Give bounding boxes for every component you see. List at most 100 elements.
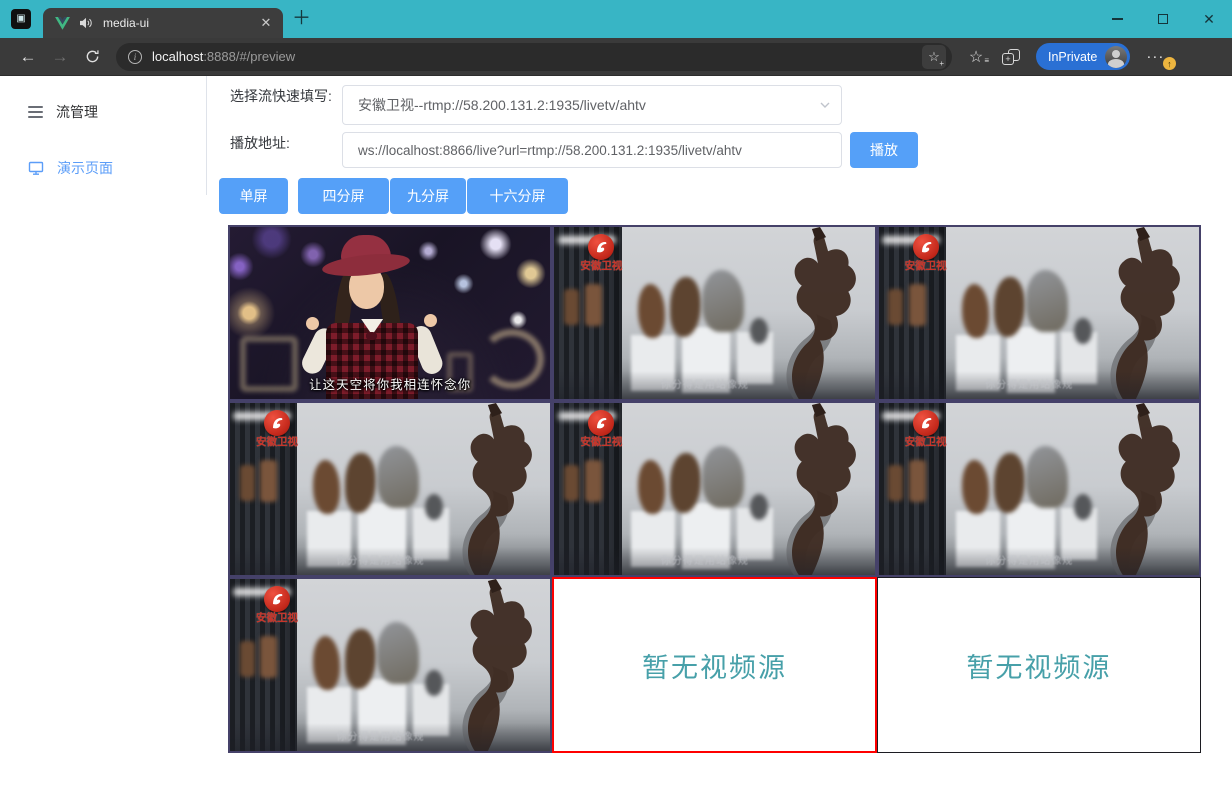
anhui-tv-logo: 安徽卫视 xyxy=(256,410,298,449)
window-titlebar: ▣ media-ui ✕ ＋ ✕ xyxy=(0,0,1232,38)
site-info-icon[interactable]: i xyxy=(128,50,142,64)
add-favorite-button[interactable]: ☆+ xyxy=(922,45,946,69)
back-button[interactable]: ← xyxy=(12,42,44,72)
blurred-sculpture xyxy=(638,284,665,338)
framed-art xyxy=(240,465,255,501)
workspace-app-icon[interactable]: ▣ xyxy=(11,9,31,29)
anhui-tv-logo-icon xyxy=(264,586,290,612)
framed-art xyxy=(260,460,277,502)
framed-art xyxy=(240,641,255,677)
stream-select-row: 选择流快速填写: 安徽卫视--rtmp://58.200.131.2:1935/… xyxy=(230,85,1232,125)
sidebar: 流管理 演示页面 xyxy=(0,76,207,808)
screen-layout-buttons: 单屏 四分屏 九分屏 十六分屏 xyxy=(219,178,1232,214)
blurred-sculpture xyxy=(702,270,744,332)
notification-badge: ↑ xyxy=(1163,57,1176,70)
url-host: localhost xyxy=(152,49,203,64)
refresh-button[interactable] xyxy=(76,42,108,72)
stream-select[interactable]: 安徽卫视--rtmp://58.200.131.2:1935/livetv/ah… xyxy=(342,85,842,125)
video-watermark: 你分得是用站像规 xyxy=(230,728,531,743)
video-cell-1[interactable]: 让这天空将你我相连怀念你 xyxy=(228,225,552,401)
framed-art xyxy=(585,460,602,502)
close-button[interactable]: ✕ xyxy=(1186,0,1232,38)
maximize-button[interactable] xyxy=(1140,0,1186,38)
video-cell-4[interactable]: 安徽卫视 你分得是用站像规 xyxy=(228,401,552,577)
player-grid: 让这天空将你我相连怀念你 xyxy=(228,225,1201,753)
anhui-tv-logo: 安徽卫视 xyxy=(905,410,947,449)
address-bar[interactable]: i localhost:8888/#/preview ☆+ xyxy=(116,43,952,71)
sculpture-video-frame: 安徽卫视 你分得是用站像规 xyxy=(879,227,1199,399)
sculpture-video-frame: 安徽卫视 你分得是用站像规 xyxy=(554,227,874,399)
favorites-button[interactable]: ☆≡ xyxy=(966,47,986,67)
tab-audio-icon[interactable] xyxy=(79,17,93,29)
collections-plus-icon: + xyxy=(1002,53,1014,65)
sidebar-item-label: 演示页面 xyxy=(57,158,113,178)
video-cell-9[interactable]: 暂无视频源 xyxy=(877,577,1201,753)
anhui-tv-logo: 安徽卫视 xyxy=(256,586,298,625)
blurred-sculpture xyxy=(638,460,665,514)
vue-favicon-icon xyxy=(55,17,70,30)
app-page: 流管理 演示页面 选择流快速填写: 安徽卫视--rtmp://58.200.13… xyxy=(0,76,1232,808)
url-text[interactable]: localhost:8888/#/preview xyxy=(152,49,922,64)
favorites-lines-icon: ≡ xyxy=(984,56,989,65)
tab-close-icon[interactable]: ✕ xyxy=(257,14,275,32)
new-tab-button[interactable]: ＋ xyxy=(292,9,311,29)
video-cell-3[interactable]: 安徽卫视 你分得是用站像规 xyxy=(877,225,1201,401)
favorites-star-icon: ☆ xyxy=(969,49,983,66)
dots-icon: ··· xyxy=(1146,48,1164,65)
video-cell-6[interactable]: 安徽卫视 你分得是用站像规 xyxy=(877,401,1201,577)
minimize-button[interactable] xyxy=(1094,0,1140,38)
singer-video-frame: 让这天空将你我相连怀念你 xyxy=(230,227,550,399)
star-plus-icon: + xyxy=(939,59,944,68)
single-screen-button[interactable]: 单屏 xyxy=(219,178,288,214)
video-watermark: 你分得是用站像规 xyxy=(554,376,855,391)
anhui-tv-logo-icon xyxy=(588,410,614,436)
anhui-tv-logo-icon xyxy=(913,234,939,260)
play-address-input[interactable] xyxy=(342,132,842,168)
list-icon xyxy=(28,106,43,118)
maximize-icon xyxy=(1158,14,1168,24)
anhui-tv-logo: 安徽卫视 xyxy=(580,234,622,273)
settings-menu-button[interactable]: ···↑ xyxy=(1146,48,1172,65)
sculpture-video-frame: 安徽卫视 你分得是用站像规 xyxy=(879,403,1199,575)
video-cell-5[interactable]: 安徽卫视 你分得是用站像规 xyxy=(552,401,876,577)
framed-art xyxy=(909,460,926,502)
play-address-row: 播放地址: 播放 xyxy=(230,132,1232,168)
browser-tab[interactable]: media-ui ✕ xyxy=(43,8,283,38)
sidebar-item-label: 流管理 xyxy=(56,102,98,122)
four-split-button[interactable]: 四分屏 xyxy=(298,178,389,214)
sculpture-video-frame: 安徽卫视 你分得是用站像规 xyxy=(554,403,874,575)
video-cell-8[interactable]: 暂无视频源 xyxy=(552,577,876,753)
split-screen-button-group: 四分屏 九分屏 十六分屏 xyxy=(298,178,568,214)
channel-name: 安徽卫视 xyxy=(256,434,298,449)
sidebar-item-demo-page[interactable]: 演示页面 xyxy=(0,140,207,196)
video-cell-2[interactable]: 安徽卫视 你分得是用站像规 xyxy=(552,225,876,401)
play-address-label: 播放地址: xyxy=(230,132,342,168)
profile-button[interactable]: InPrivate xyxy=(1036,43,1130,70)
anhui-tv-logo: 安徽卫视 xyxy=(905,234,947,273)
sixteen-split-button[interactable]: 十六分屏 xyxy=(467,178,568,214)
inprivate-label: InPrivate xyxy=(1048,50,1097,64)
anhui-tv-logo-icon xyxy=(264,410,290,436)
blurred-sculpture xyxy=(702,446,744,508)
tab-title: media-ui xyxy=(103,16,257,30)
stream-select-value: 安徽卫视--rtmp://58.200.131.2:1935/livetv/ah… xyxy=(358,95,646,115)
video-cell-7[interactable]: 安徽卫视 你分得是用站像规 xyxy=(228,577,552,753)
sidebar-item-stream-management[interactable]: 流管理 xyxy=(0,84,207,140)
channel-name: 安徽卫视 xyxy=(905,258,947,273)
toolbar-right-icons: ☆≡ + InPrivate ···↑ xyxy=(966,43,1172,70)
url-path: :8888/#/preview xyxy=(203,49,295,64)
sculpture-video-frame: 安徽卫视 你分得是用站像规 xyxy=(230,403,550,575)
collections-button[interactable]: + xyxy=(1002,49,1020,65)
refresh-icon xyxy=(85,49,100,64)
nine-split-button[interactable]: 九分屏 xyxy=(390,178,466,214)
play-button[interactable]: 播放 xyxy=(850,132,918,168)
framed-art xyxy=(585,284,602,326)
no-video-source-text: 暂无视频源 xyxy=(966,646,1111,685)
channel-name: 安徽卫视 xyxy=(256,610,298,625)
star-icon: ☆ xyxy=(928,49,940,65)
no-video-source-text: 暂无视频源 xyxy=(642,646,787,685)
sculpture-video-frame: 安徽卫视 你分得是用站像规 xyxy=(230,579,550,751)
framed-art xyxy=(888,465,903,501)
video-watermark: 你分得是用站像规 xyxy=(230,552,531,567)
minimize-icon xyxy=(1112,18,1123,20)
